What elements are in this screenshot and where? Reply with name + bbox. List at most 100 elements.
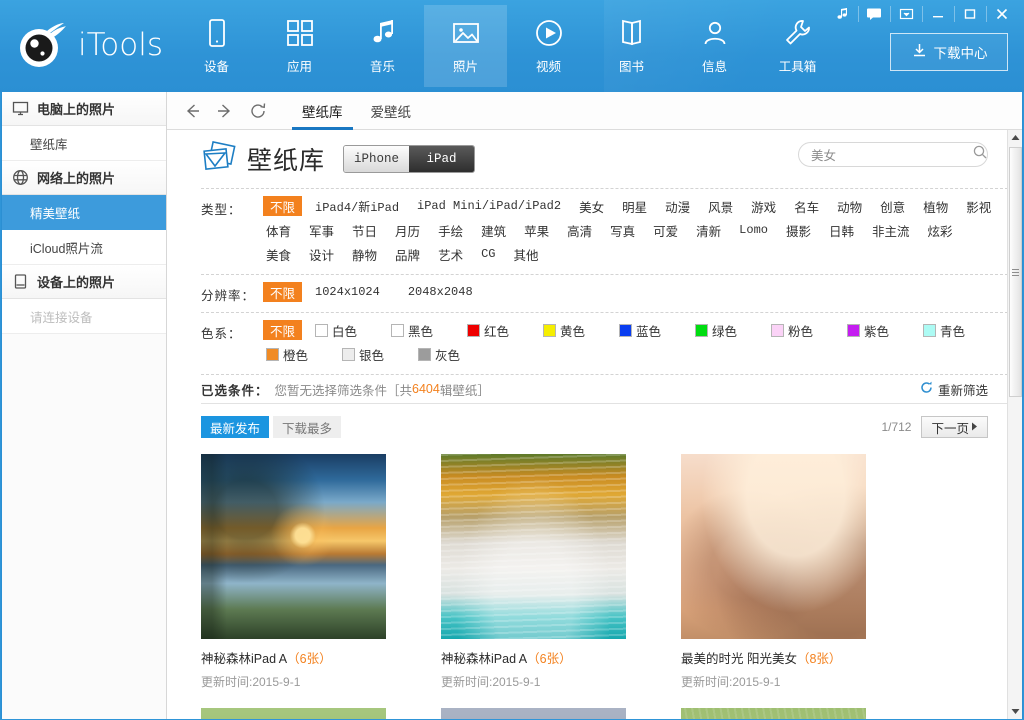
filter-type-value[interactable]: 设计 [306, 244, 337, 264]
nav-item-device[interactable]: 设备 [175, 5, 258, 87]
filter-type-value[interactable]: 美女 [576, 196, 607, 216]
filter-type-value[interactable]: 月历 [392, 220, 423, 240]
filter-type-value[interactable]: Lomo [736, 220, 771, 240]
vertical-scrollbar[interactable] [1007, 130, 1022, 719]
wallpaper-thumbnail[interactable] [441, 454, 626, 639]
filter-color-all[interactable]: 不限 [263, 320, 302, 340]
nav-item-info[interactable]: 信息 [673, 5, 756, 87]
filter-color-value[interactable]: 白色 [312, 320, 376, 340]
wallpaper-thumbnail[interactable] [681, 454, 866, 639]
filter-color-value[interactable]: 紫色 [844, 320, 908, 340]
filter-type-value[interactable]: 美食 [263, 244, 294, 264]
wallpaper-card[interactable] [441, 708, 626, 719]
filter-type-value[interactable]: 军事 [306, 220, 337, 240]
filter-type-value[interactable]: 艺术 [435, 244, 466, 264]
search-box[interactable] [798, 142, 988, 167]
wallpaper-thumbnail[interactable] [201, 708, 386, 719]
filter-type-value[interactable]: 其他 [510, 244, 541, 264]
nav-item-apps[interactable]: 应用 [258, 5, 341, 87]
filter-type-value[interactable]: 游戏 [748, 196, 779, 216]
sidebar-item-wallpaper-local[interactable]: 壁纸库 [2, 126, 166, 161]
sidebar-item-icloud-stream[interactable]: iCloud照片流 [2, 230, 166, 265]
sort-most-downloaded-button[interactable]: 下载最多 [273, 416, 341, 438]
filter-type-value[interactable]: iPad Mini/iPad/iPad2 [414, 196, 564, 216]
wallpaper-card[interactable]: 最美的时光 阳光美女（8张）更新时间:2015-9-1 [681, 454, 866, 690]
toggle-iphone[interactable]: iPhone [344, 146, 409, 172]
wallpaper-thumbnail[interactable] [681, 708, 866, 719]
next-page-button[interactable]: 下一页 [921, 416, 988, 438]
filter-type-value[interactable]: 植物 [920, 196, 951, 216]
music-note-icon[interactable] [826, 1, 858, 27]
wallpaper-card[interactable] [681, 708, 866, 719]
wallpaper-card[interactable]: 神秘森林iPad A（6张）更新时间:2015-9-1 [201, 454, 386, 690]
filter-type-value[interactable]: 品牌 [392, 244, 423, 264]
scrollbar-thumb[interactable] [1009, 147, 1022, 397]
filter-type-value[interactable]: 名车 [791, 196, 822, 216]
filter-type-value[interactable]: 风景 [705, 196, 736, 216]
filter-type-value[interactable]: 清新 [693, 220, 724, 240]
filter-type-value[interactable]: 静物 [349, 244, 380, 264]
message-icon[interactable] [858, 1, 890, 27]
filter-type-value[interactable]: 节日 [349, 220, 380, 240]
filter-resolution-all[interactable]: 不限 [263, 282, 302, 302]
wallpaper-card[interactable] [201, 708, 386, 719]
maximize-icon[interactable] [954, 1, 986, 27]
re-filter-button[interactable]: 重新筛选 [919, 380, 988, 399]
download-center-button[interactable]: 下载中心 [890, 33, 1008, 71]
tab-love-wallpaper[interactable]: 爱壁纸 [357, 92, 426, 130]
filter-type-value[interactable]: 苹果 [521, 220, 552, 240]
scrollbar-track[interactable] [1008, 145, 1022, 704]
wallpaper-card[interactable]: 神秘森林iPad A（6张）更新时间:2015-9-1 [441, 454, 626, 690]
filter-resolution-value[interactable]: 2048x2048 [405, 282, 476, 302]
filter-type-value[interactable]: 非主流 [869, 220, 913, 240]
scroll-up-icon[interactable] [1008, 130, 1022, 145]
refresh-icon[interactable] [241, 94, 274, 127]
filter-type-value[interactable]: 创意 [877, 196, 908, 216]
filter-type-value[interactable]: 体育 [263, 220, 294, 240]
filter-type-value[interactable]: CG [478, 244, 498, 264]
filter-type-all[interactable]: 不限 [263, 196, 302, 216]
search-input[interactable] [811, 148, 972, 162]
sort-newest-button[interactable]: 最新发布 [201, 416, 269, 438]
filter-color-value[interactable]: 青色 [920, 320, 984, 340]
filter-type-value[interactable]: 高清 [564, 220, 595, 240]
filter-type-value[interactable]: 动物 [834, 196, 865, 216]
forward-arrow-icon[interactable] [208, 94, 241, 127]
filter-resolution-value[interactable]: 1024x1024 [312, 282, 383, 302]
tab-wallpaper-library[interactable]: 壁纸库 [288, 92, 357, 130]
filter-type-value[interactable]: 日韩 [826, 220, 857, 240]
filter-type-value[interactable]: 手绘 [435, 220, 466, 240]
filter-type-value[interactable]: 建筑 [478, 220, 509, 240]
filter-type-value[interactable]: 炫彩 [925, 220, 956, 240]
sidebar-item-fine-wallpaper[interactable]: 精美壁纸 [2, 195, 166, 230]
filter-type-value[interactable]: 影视 [963, 196, 994, 216]
nav-item-photos[interactable]: 照片 [424, 5, 507, 87]
nav-item-video[interactable]: 视频 [507, 5, 590, 87]
nav-item-music[interactable]: 音乐 [341, 5, 424, 87]
filter-color-value[interactable]: 红色 [464, 320, 528, 340]
close-icon[interactable] [986, 1, 1018, 27]
filter-type-value[interactable]: 明星 [619, 196, 650, 216]
wallpaper-thumbnail[interactable] [441, 708, 626, 719]
toggle-ipad[interactable]: iPad [409, 146, 474, 172]
filter-type-value[interactable]: 写真 [607, 220, 638, 240]
tray-icon[interactable] [890, 1, 922, 27]
minimize-icon[interactable] [922, 1, 954, 27]
filter-color-value[interactable]: 黄色 [540, 320, 604, 340]
wallpaper-thumbnail[interactable] [201, 454, 386, 639]
nav-item-books[interactable]: 图书 [590, 5, 673, 87]
filter-type-value[interactable]: 摄影 [783, 220, 814, 240]
search-icon[interactable] [972, 144, 988, 165]
filter-color-value[interactable]: 蓝色 [616, 320, 680, 340]
filter-type-value[interactable]: 动漫 [662, 196, 693, 216]
filter-color-value[interactable]: 橙色 [263, 344, 327, 364]
scroll-down-icon[interactable] [1008, 704, 1022, 719]
filter-color-value[interactable]: 银色 [339, 344, 403, 364]
filter-color-value[interactable]: 黑色 [388, 320, 452, 340]
filter-color-value[interactable]: 灰色 [415, 344, 479, 364]
filter-color-value[interactable]: 绿色 [692, 320, 756, 340]
filter-color-value[interactable]: 粉色 [768, 320, 832, 340]
back-arrow-icon[interactable] [175, 94, 208, 127]
filter-type-value[interactable]: iPad4/新iPad [312, 196, 402, 216]
filter-type-value[interactable]: 可爱 [650, 220, 681, 240]
